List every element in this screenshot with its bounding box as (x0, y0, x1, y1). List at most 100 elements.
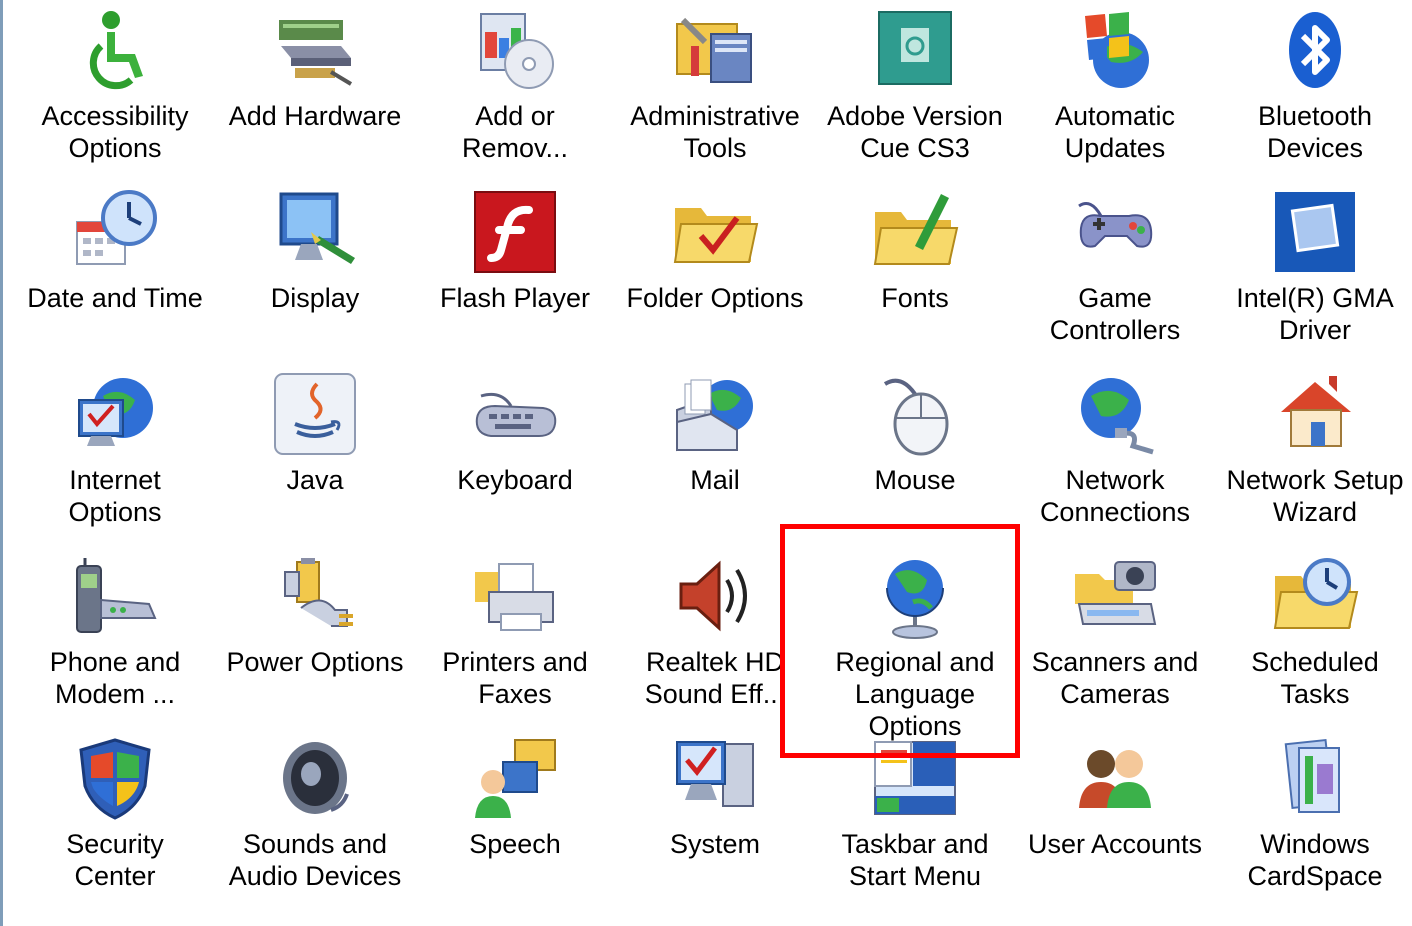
mail-icon (667, 370, 763, 458)
security-shield-icon (67, 734, 163, 822)
control-panel-item-regional-and-language-options[interactable]: Regional and Language Options (815, 552, 1015, 741)
bluetooth-icon (1267, 6, 1363, 94)
item-label: Mouse (874, 465, 956, 495)
control-panel-item-keyboard[interactable]: Keyboard (415, 370, 615, 552)
control-panel-item-phone-and-modem[interactable]: Phone and Modem ... (15, 552, 215, 734)
date-time-icon (67, 188, 163, 276)
control-panel-item-display[interactable]: Display (215, 188, 415, 370)
item-label: Administrative Tools (630, 101, 800, 163)
control-panel-item-date-and-time[interactable]: Date and Time (15, 188, 215, 370)
item-label: Add or Remov... (461, 101, 569, 163)
network-setup-icon (1267, 370, 1363, 458)
accessibility-icon (67, 6, 163, 94)
globe-icon (867, 552, 963, 640)
taskbar-icon (867, 734, 963, 822)
game-controller-icon (1067, 188, 1163, 276)
folder-options-icon (667, 188, 763, 276)
item-label: Security Center (66, 829, 164, 891)
control-panel-item-intel-r-gma-driver[interactable]: Intel(R) GMA Driver (1215, 188, 1412, 370)
control-panel-item-network-connections[interactable]: Network Connections (1015, 370, 1215, 552)
control-panel-item-bluetooth-devices[interactable]: Bluetooth Devices (1215, 6, 1412, 188)
control-panel-item-add-hardware[interactable]: Add Hardware (215, 6, 415, 188)
control-panel-item-flash-player[interactable]: Flash Player (415, 188, 615, 370)
item-label: Windows CardSpace (1247, 829, 1383, 891)
control-panel-item-security-center[interactable]: Security Center (15, 734, 215, 916)
control-panel-item-windows-cardspace[interactable]: Windows CardSpace (1215, 734, 1412, 916)
control-panel-window: Accessibility Options Add Hardware Add or … (0, 0, 1412, 926)
control-panel-item-scanners-and-cameras[interactable]: Scanners and Cameras (1015, 552, 1215, 734)
flash-player-icon (467, 188, 563, 276)
phone-modem-icon (67, 552, 163, 640)
printer-icon (467, 552, 563, 640)
fonts-folder-icon (867, 188, 963, 276)
item-label: Printers and Faxes (442, 647, 588, 709)
control-panel-item-fonts[interactable]: Fonts (815, 188, 1015, 370)
control-panel-icon-grid: Accessibility Options Add Hardware Add or … (15, 6, 1412, 916)
control-panel-item-realtek-hd-sound-eff[interactable]: Realtek HD Sound Eff... (615, 552, 815, 734)
control-panel-item-java[interactable]: Java (215, 370, 415, 552)
power-options-icon (267, 552, 363, 640)
item-label: Network Setup Wizard (1226, 465, 1404, 527)
cardspace-icon (1267, 734, 1363, 822)
item-label: Scheduled Tasks (1251, 647, 1379, 709)
speaker-icon (667, 552, 763, 640)
sounds-audio-icon (267, 734, 363, 822)
control-panel-item-automatic-updates[interactable]: Automatic Updates (1015, 6, 1215, 188)
item-label: Intel(R) GMA Driver (1236, 283, 1394, 345)
control-panel-item-folder-options[interactable]: Folder Options (615, 188, 815, 370)
item-label: User Accounts (1027, 829, 1203, 859)
control-panel-item-internet-options[interactable]: Internet Options (15, 370, 215, 552)
item-label: Display (270, 283, 360, 313)
item-label: Adobe Version Cue CS3 (827, 101, 1003, 163)
item-label: Speech (469, 829, 561, 859)
control-panel-item-power-options[interactable]: Power Options (215, 552, 415, 734)
control-panel-item-sounds-and-audio-devices[interactable]: Sounds and Audio Devices (215, 734, 415, 916)
control-panel-item-administrative-tools[interactable]: Administrative Tools (615, 6, 815, 188)
control-panel-item-mouse[interactable]: Mouse (815, 370, 1015, 552)
item-label: Sounds and Audio Devices (228, 829, 402, 891)
mouse-icon (867, 370, 963, 458)
item-label: Mail (690, 465, 740, 495)
item-label: Game Controllers (1049, 283, 1181, 345)
control-panel-item-scheduled-tasks[interactable]: Scheduled Tasks (1215, 552, 1412, 734)
java-icon (267, 370, 363, 458)
item-label: Add Hardware (228, 101, 402, 131)
item-label: Accessibility Options (41, 101, 189, 163)
control-panel-item-taskbar-and-start-menu[interactable]: Taskbar and Start Menu (815, 734, 1015, 916)
control-panel-item-system[interactable]: System (615, 734, 815, 916)
scheduled-tasks-icon (1267, 552, 1363, 640)
keyboard-icon (467, 370, 563, 458)
network-connections-icon (1067, 370, 1163, 458)
control-panel-item-printers-and-faxes[interactable]: Printers and Faxes (415, 552, 615, 734)
system-icon (667, 734, 763, 822)
item-label: Taskbar and Start Menu (841, 829, 989, 891)
item-label: Java (286, 465, 344, 495)
item-label: Automatic Updates (1054, 101, 1176, 163)
control-panel-item-user-accounts[interactable]: User Accounts (1015, 734, 1215, 916)
speech-icon (467, 734, 563, 822)
item-label: Network Connections (1039, 465, 1191, 527)
item-label: Regional and Language Options (835, 647, 995, 741)
control-panel-item-network-setup-wizard[interactable]: Network Setup Wizard (1215, 370, 1412, 552)
item-label: Phone and Modem ... (49, 647, 181, 709)
automatic-updates-icon (1067, 6, 1163, 94)
control-panel-item-mail[interactable]: Mail (615, 370, 815, 552)
item-label: Folder Options (626, 283, 804, 313)
item-label: Flash Player (439, 283, 591, 313)
item-label: Bluetooth Devices (1257, 101, 1373, 163)
item-label: Keyboard (457, 465, 573, 495)
administrative-tools-icon (667, 6, 763, 94)
add-remove-programs-icon (467, 6, 563, 94)
item-label: Fonts (881, 283, 949, 313)
control-panel-item-adobe-version-cue-cs3[interactable]: Adobe Version Cue CS3 (815, 6, 1015, 188)
display-icon (267, 188, 363, 276)
item-label: Scanners and Cameras (1031, 647, 1199, 709)
item-label: Power Options (226, 647, 404, 677)
control-panel-item-accessibility-options[interactable]: Accessibility Options (15, 6, 215, 188)
control-panel-item-game-controllers[interactable]: Game Controllers (1015, 188, 1215, 370)
control-panel-item-add-or-remov[interactable]: Add or Remov... (415, 6, 615, 188)
item-label: Realtek HD Sound Eff... (644, 647, 786, 709)
control-panel-item-speech[interactable]: Speech (415, 734, 615, 916)
internet-options-icon (67, 370, 163, 458)
intel-gma-icon (1267, 188, 1363, 276)
